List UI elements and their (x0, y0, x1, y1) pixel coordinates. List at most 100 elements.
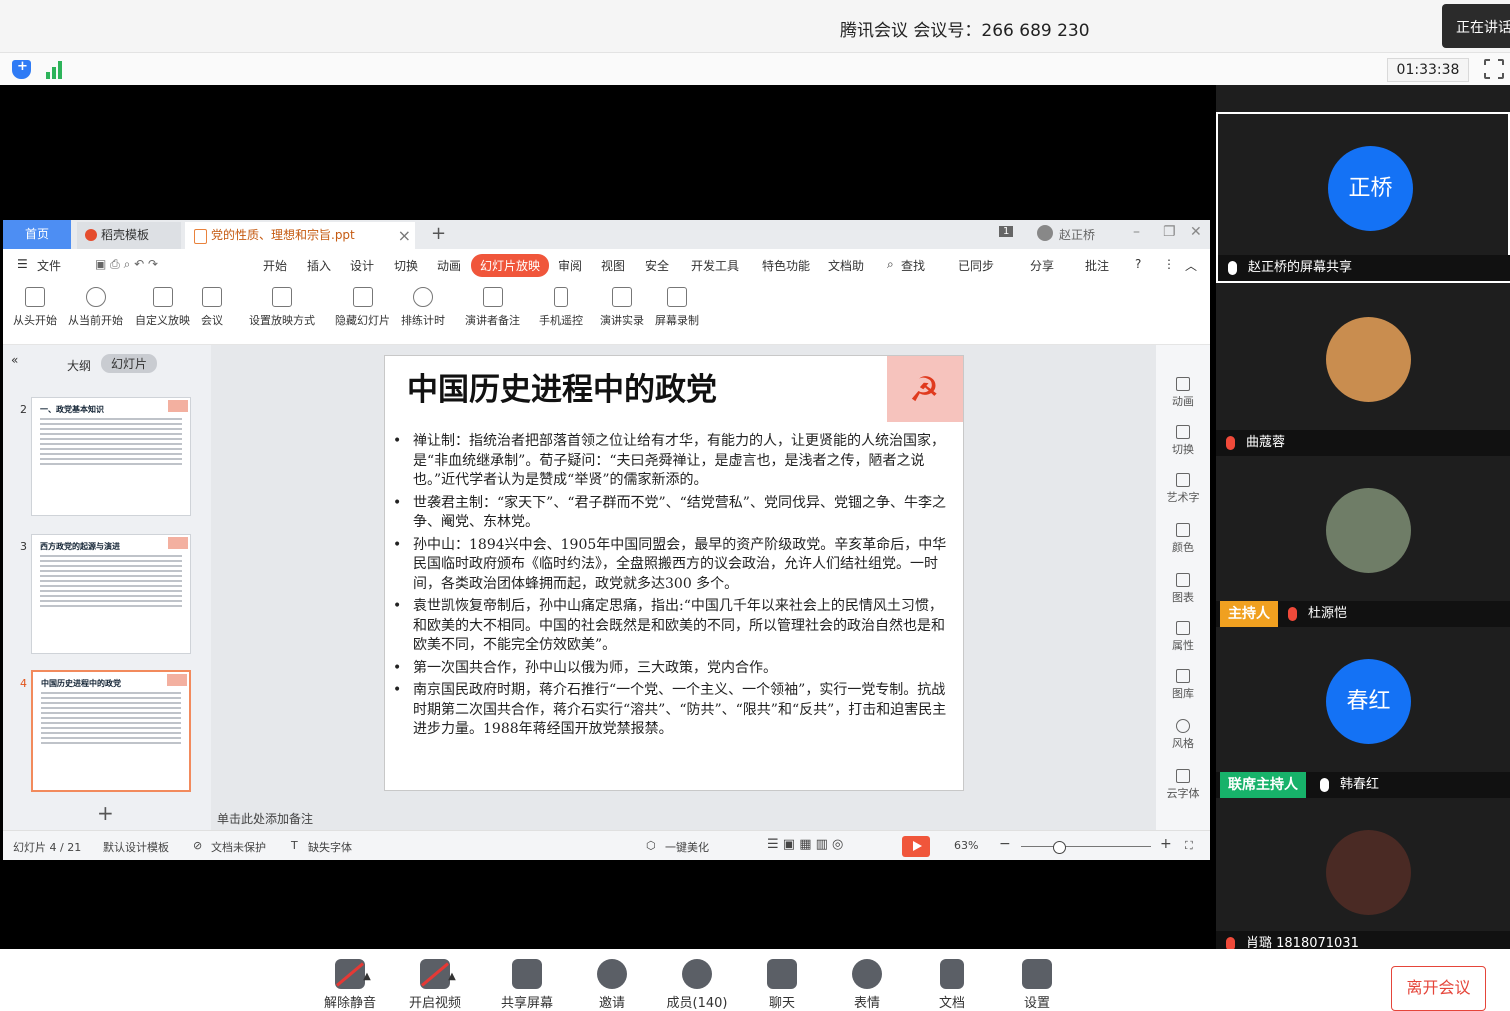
rail-chart[interactable]: 图表 (1156, 573, 1210, 605)
sync-status[interactable]: 已同步 (958, 257, 994, 274)
rehearse-button[interactable]: 排练计时 (401, 287, 445, 328)
menu-transition[interactable]: 切换 (394, 257, 418, 274)
zoom-level[interactable]: 63% (954, 839, 978, 852)
tab-document[interactable]: 党的性质、理想和宗旨.ppt × (185, 222, 415, 249)
zoom-slider[interactable] (1021, 841, 1151, 854)
help-icon[interactable]: ? (1135, 257, 1141, 271)
window-close-icon[interactable]: ✕ (1190, 224, 1202, 240)
hide-slide-button[interactable]: 隐藏幻灯片 (335, 287, 390, 328)
lecture-record-button[interactable]: 演讲实录 (600, 287, 644, 328)
unmute-button[interactable]: 解除静音 (315, 959, 385, 1011)
video-tile[interactable]: 曲蔻蓉 (1216, 285, 1510, 456)
menu-insert[interactable]: 插入 (307, 257, 331, 274)
participant-nameplate: 曲蔻蓉 (1216, 430, 1510, 456)
close-icon[interactable]: × (398, 222, 411, 249)
video-tile[interactable]: 主持人 杜源恺 (1216, 456, 1510, 627)
rail-transition[interactable]: 切换 (1156, 425, 1210, 457)
reactions-button[interactable]: 表情 (832, 959, 902, 1011)
doc-protection-status[interactable]: 文档未保护 (211, 839, 266, 855)
from-current-button[interactable]: 从当前开始 (68, 287, 123, 328)
chat-button[interactable]: 聊天 (747, 959, 817, 1011)
view-mode-icons[interactable]: ☰ ▣ ▦ ▥ ◎ (767, 837, 843, 852)
phone-remote-button[interactable]: 手机遥控 (539, 287, 583, 328)
video-tile[interactable]: 春红 联席主持人 韩春红 (1216, 627, 1510, 798)
menu-review[interactable]: 审阅 (558, 257, 582, 274)
window-count-badge[interactable]: 1 (999, 226, 1014, 237)
task-pane-rail: 动画 切换 艺术字 颜色 图表 属性 图库 风格 云字体 (1156, 345, 1210, 830)
current-slide[interactable]: 中国历史进程中的政党 禅让制：指统治者把部落首领之位让给有才华，有能力的人，让更… (384, 355, 964, 791)
custom-show-button[interactable]: 自定义放映 (135, 287, 190, 328)
network-signal-icon[interactable] (46, 61, 66, 79)
mic-muted-icon (1226, 436, 1235, 450)
minimize-icon[interactable]: – (1133, 224, 1140, 240)
camera-icon (612, 287, 632, 307)
slide-thumbnail[interactable]: 西方政党的起源与演进 (31, 534, 191, 654)
menu-find[interactable]: 查找 (901, 257, 925, 274)
video-options-arrow[interactable]: ▲ (442, 971, 462, 982)
rail-properties[interactable]: 属性 (1156, 621, 1210, 653)
menu-home[interactable]: 开始 (263, 257, 287, 274)
settings-button[interactable]: 设置 (1002, 959, 1072, 1011)
from-start-button[interactable]: 从头开始 (13, 287, 57, 328)
menu-view[interactable]: 视图 (601, 257, 625, 274)
fullscreen-icon[interactable] (1483, 58, 1505, 80)
mic-icon (1228, 261, 1237, 275)
slideshow-play-button[interactable] (902, 836, 930, 857)
menu-doc-assistant[interactable]: 文档助 (828, 257, 864, 274)
more-icon[interactable]: ⋮ (1163, 257, 1175, 271)
rail-gallery[interactable]: 图库 (1156, 669, 1210, 701)
quick-access-icons[interactable]: ▣ ⎙ ⌕ ↶ ↷ (95, 257, 158, 272)
security-shield-icon[interactable] (12, 59, 31, 79)
template-name[interactable]: 默认设计模板 (103, 839, 169, 855)
audio-options-arrow[interactable]: ▲ (357, 971, 377, 982)
tab-slides[interactable]: 幻灯片 (101, 354, 158, 373)
rail-cloud-font[interactable]: 云字体 (1156, 769, 1210, 801)
show-settings-button[interactable]: 设置放映方式 (249, 287, 315, 328)
missing-font-status[interactable]: 缺失字体 (308, 839, 352, 855)
tab-outline[interactable]: 大纲 (67, 357, 91, 374)
search-icon[interactable]: ⌕ (887, 257, 894, 272)
menu-devtools[interactable]: 开发工具 (691, 257, 739, 274)
members-button[interactable]: 成员(140) (662, 959, 732, 1011)
speaker-notes-button[interactable]: 演讲者备注 (465, 287, 520, 328)
wps-presentation-window: 首页 稻壳模板 党的性质、理想和宗旨.ppt × + 1 赵正桥 – ❐ ✕ ☰… (3, 220, 1210, 860)
rail-wordart[interactable]: 艺术字 (1156, 473, 1210, 505)
add-note-field[interactable]: 单击此处添加备注 (217, 810, 313, 827)
zoom-in-icon[interactable]: + (1160, 836, 1172, 852)
restore-icon[interactable]: ❐ (1163, 224, 1176, 240)
rail-color[interactable]: 颜色 (1156, 523, 1210, 555)
tab-home[interactable]: 首页 (3, 220, 71, 249)
video-tile[interactable]: 肖璐 1818071031 (1216, 798, 1510, 957)
add-slide-button[interactable]: + (97, 801, 114, 825)
menu-animation[interactable]: 动画 (437, 257, 461, 274)
video-tile[interactable]: 正桥 赵正桥的屏幕共享 (1216, 112, 1510, 283)
slide-thumbnail-selected[interactable]: 中国历史进程中的政党 (31, 670, 191, 792)
invite-button[interactable]: 邀请 (577, 959, 647, 1011)
documents-button[interactable]: 文档 (917, 959, 987, 1011)
collapse-ribbon-icon[interactable]: ︿ (1185, 257, 1197, 274)
one-click-beautify[interactable]: 一键美化 (665, 839, 709, 855)
leave-meeting-button[interactable]: 离开会议 (1391, 966, 1486, 1011)
rail-animation[interactable]: 动画 (1156, 377, 1210, 409)
rail-style[interactable]: 风格 (1156, 719, 1210, 751)
hamburger-icon[interactable]: ☰ (17, 257, 28, 271)
collapse-pane-icon[interactable]: « (11, 353, 18, 367)
share-button[interactable]: 分享 (1030, 257, 1054, 274)
menu-slideshow[interactable]: 幻灯片放映 (471, 254, 550, 277)
new-tab-icon[interactable]: + (431, 223, 446, 244)
slide-thumbnail[interactable]: 一、政党基本知识 (31, 397, 191, 516)
screen-record-button[interactable]: 屏幕录制 (655, 287, 699, 328)
comment-button[interactable]: 批注 (1085, 257, 1109, 274)
add-user-icon (597, 959, 627, 989)
menu-file[interactable]: 文件 (37, 257, 61, 274)
start-video-button[interactable]: 开启视频 (400, 959, 470, 1011)
menu-features[interactable]: 特色功能 (762, 257, 810, 274)
tab-template[interactable]: 稻壳模板 (77, 222, 181, 249)
zoom-out-icon[interactable]: − (999, 836, 1011, 852)
fit-window-icon[interactable]: ⛶ (1185, 839, 1193, 853)
wps-user-name[interactable]: 赵正桥 (1037, 225, 1095, 243)
menu-security[interactable]: 安全 (645, 257, 669, 274)
menu-design[interactable]: 设计 (350, 257, 374, 274)
share-screen-button[interactable]: 共享屏幕 (492, 959, 562, 1011)
meeting-button[interactable]: 会议 (201, 287, 223, 328)
